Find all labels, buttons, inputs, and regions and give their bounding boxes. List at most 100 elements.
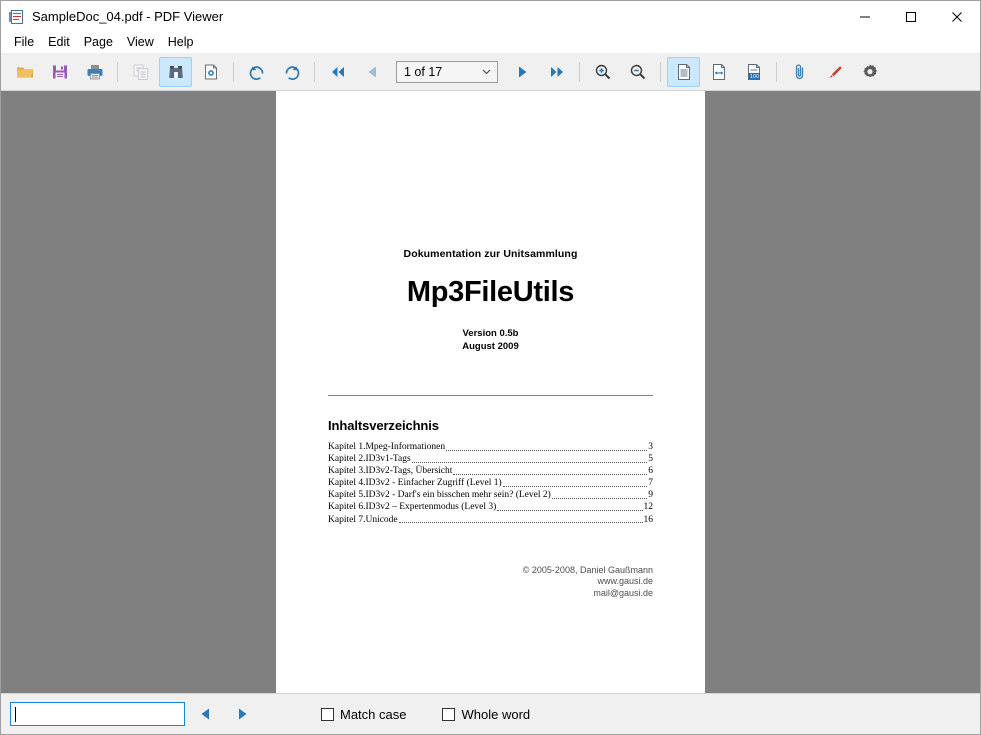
first-page-button[interactable] [321, 57, 354, 87]
toc-leader-dots [446, 449, 648, 451]
toolbar-separator [579, 61, 580, 82]
match-case-checkbox[interactable]: Match case [321, 700, 406, 728]
toc-entry-page: 16 [643, 514, 654, 525]
toc-entry-page: 12 [643, 502, 654, 513]
close-button[interactable] [934, 1, 980, 32]
toc-entry[interactable]: Kapitel 3.ID3v2-Tags, Übersicht 6 [328, 465, 653, 477]
toc-leader-dots [398, 522, 643, 524]
document-date: August 2009 [462, 340, 519, 352]
toc-list: Kapitel 1.Mpeg-Informationen 3 Kapitel 2… [328, 441, 653, 526]
gear-icon [862, 64, 877, 77]
toolbar-separator [660, 61, 661, 82]
page-selector[interactable]: 1 of 17 [396, 60, 498, 83]
pdf-document-icon [9, 9, 25, 25]
print-button[interactable] [78, 57, 111, 87]
toc-entry-page: 7 [648, 478, 653, 489]
zoom-100-icon: 100 [747, 63, 760, 80]
floppy-disk-icon [52, 65, 67, 78]
website-line: www.gausi.de [597, 576, 653, 587]
rotate-counterclockwise-icon [249, 65, 263, 80]
save-button[interactable] [43, 57, 76, 87]
toc-leader-dots [502, 485, 648, 487]
title-bar: SampleDoc_04.pdf - PDF Viewer [1, 1, 980, 32]
menu-item-page[interactable]: Page [79, 33, 122, 52]
magnifier-plus-icon [595, 64, 610, 79]
zoom-in-button[interactable] [586, 57, 619, 87]
copy-icon [133, 64, 148, 80]
toc-entry[interactable]: Kapitel 6.ID3v2 – Expertenmodus (Level 3… [328, 501, 653, 513]
toc-entry-page: 3 [648, 442, 653, 452]
previous-match-button[interactable] [191, 700, 221, 728]
maximize-button[interactable] [888, 1, 934, 32]
pdf-page: Dokumentation zur Unitsammlung Mp3FileUt… [276, 91, 705, 693]
marker-pen-icon [828, 65, 842, 78]
document-version: Version 0.5b [462, 328, 519, 339]
document-viewport[interactable]: Dokumentation zur Unitsammlung Mp3FileUt… [1, 91, 980, 693]
page-selector-value: 1 of 17 [404, 64, 443, 79]
toc-entry[interactable]: Kapitel 7.Unicode 16 [328, 514, 653, 526]
toc-entry-page: 5 [648, 454, 653, 465]
checkbox-box [442, 707, 456, 721]
whole-word-checkbox[interactable]: Whole word [442, 700, 530, 728]
document-title: Mp3FileUtils [406, 276, 575, 308]
document-version-block: Version 0.5b August 2009 [328, 328, 653, 353]
toc-entry[interactable]: Kapitel 2.ID3v1-Tags 5 [328, 453, 653, 465]
window-title: SampleDoc_04.pdf - PDF Viewer [32, 9, 224, 24]
chevron-down-icon [482, 69, 491, 75]
next-page-button[interactable] [505, 57, 538, 87]
last-page-button[interactable] [540, 57, 573, 87]
toc-leader-dots [551, 497, 648, 499]
copy-button[interactable] [124, 57, 157, 87]
open-file-button[interactable] [8, 57, 41, 87]
menu-item-view[interactable]: View [122, 33, 163, 52]
rotate-left-button[interactable] [240, 57, 273, 87]
toolbar-separator [233, 61, 234, 82]
fit-width-icon [712, 63, 725, 80]
toolbar: 1 of 17 100 [1, 53, 980, 91]
find-button[interactable] [159, 56, 192, 87]
arrow-right-icon [518, 66, 526, 77]
toc-entry-page: 9 [648, 490, 653, 501]
rotate-right-button[interactable] [275, 57, 308, 87]
paperclip-icon [795, 63, 803, 79]
toc-heading: Inhaltsverzeichnis [328, 418, 439, 433]
fit-page-button[interactable] [667, 56, 700, 87]
toc-leader-dots [411, 461, 648, 463]
document-properties-button[interactable] [194, 57, 227, 87]
svg-text:100: 100 [749, 73, 758, 79]
toolbar-separator [117, 61, 118, 82]
menu-item-edit[interactable]: Edit [43, 33, 79, 52]
close-icon [952, 11, 962, 22]
toc-entry[interactable]: Kapitel 1.Mpeg-Informationen 3 [328, 441, 653, 453]
fit-width-button[interactable] [702, 57, 735, 87]
toc-entry[interactable]: Kapitel 4.ID3v2 - Einfacher Zugriff (Lev… [328, 477, 653, 489]
toc-entry-label: Kapitel 2.ID3v1-Tags [328, 454, 411, 465]
binoculars-icon [168, 65, 183, 78]
zoom-100-button[interactable]: 100 [737, 57, 770, 87]
fit-page-icon [677, 63, 690, 80]
document-footer: © 2005-2008, Daniel Gaußmann www.gausi.d… [328, 565, 653, 600]
toc-entry-label: Kapitel 4.ID3v2 - Einfacher Zugriff (Lev… [328, 478, 502, 489]
arrow-left-icon [201, 708, 209, 720]
menu-item-help[interactable]: Help [163, 33, 203, 52]
zoom-out-button[interactable] [621, 57, 654, 87]
attachments-button[interactable] [783, 57, 816, 87]
next-match-button[interactable] [227, 700, 257, 728]
printer-icon [87, 64, 102, 79]
toolbar-separator [776, 61, 777, 82]
previous-page-button[interactable] [356, 57, 389, 87]
search-input[interactable] [10, 702, 185, 726]
email-line: mail@gausi.de [593, 587, 653, 598]
toc-entry-label: Kapitel 7.Unicode [328, 514, 398, 525]
whole-word-label: Whole word [461, 706, 531, 722]
settings-button[interactable] [853, 57, 886, 87]
arrow-left-icon [368, 66, 376, 77]
document-properties-icon [204, 64, 217, 79]
bookmark-button[interactable] [818, 57, 851, 87]
minimize-icon [860, 16, 870, 17]
toc-entry[interactable]: Kapitel 5.ID3v2 - Darf's ein bisschen me… [328, 489, 653, 501]
menu-item-file[interactable]: File [9, 33, 43, 52]
toc-entry-label: Kapitel 5.ID3v2 - Darf's ein bisschen me… [328, 490, 551, 501]
minimize-button[interactable] [842, 1, 888, 32]
toc-leader-dots [453, 473, 648, 475]
